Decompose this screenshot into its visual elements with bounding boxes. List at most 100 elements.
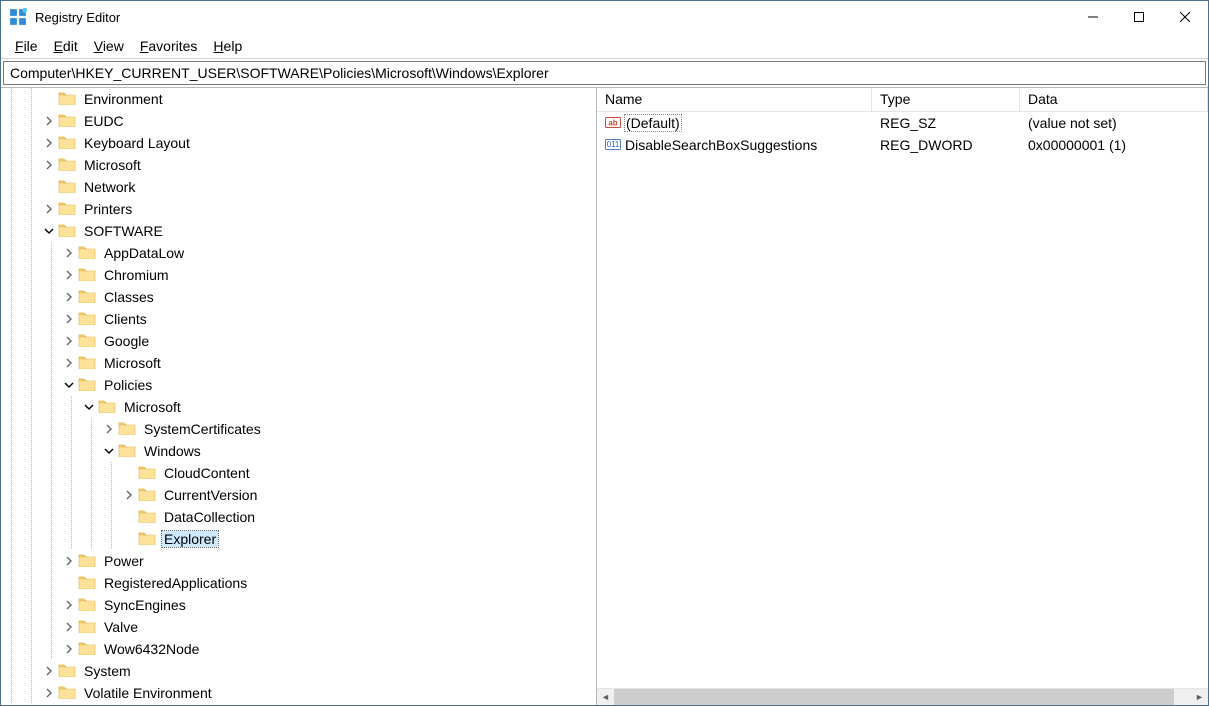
expand-toggle-icon <box>121 509 137 525</box>
folder-icon <box>78 354 102 372</box>
expand-toggle-icon[interactable] <box>101 421 117 437</box>
svg-text:011: 011 <box>607 140 620 149</box>
tree-item[interactable]: Microsoft <box>1 154 596 176</box>
expand-toggle-icon <box>121 531 137 547</box>
expand-toggle-icon[interactable] <box>81 399 97 415</box>
expand-toggle-icon[interactable] <box>61 597 77 613</box>
tree-item[interactable]: Chromium <box>1 264 596 286</box>
expand-toggle-icon[interactable] <box>61 641 77 657</box>
folder-icon <box>58 684 82 702</box>
expand-toggle-icon[interactable] <box>61 267 77 283</box>
tree-item[interactable]: CloudContent <box>1 462 596 484</box>
tree-item[interactable]: Policies <box>1 374 596 396</box>
minimize-button[interactable] <box>1070 1 1116 33</box>
value-row[interactable]: 011DisableSearchBoxSuggestionsREG_DWORD0… <box>597 134 1208 156</box>
tree-item[interactable]: Printers <box>1 198 596 220</box>
expand-toggle-icon[interactable] <box>41 663 57 679</box>
expand-toggle-icon[interactable] <box>121 487 137 503</box>
value-data: (value not set) <box>1020 115 1208 131</box>
tree-item[interactable]: CurrentVersion <box>1 484 596 506</box>
tree-item[interactable]: SyncEngines <box>1 594 596 616</box>
tree-item[interactable]: Explorer <box>1 528 596 550</box>
tree-item[interactable]: Valve <box>1 616 596 638</box>
expand-toggle-icon[interactable] <box>41 135 57 151</box>
menu-edit[interactable]: Edit <box>46 35 86 57</box>
tree-item[interactable]: Clients <box>1 308 596 330</box>
expand-toggle-icon[interactable] <box>61 619 77 635</box>
value-name: (Default) <box>625 115 681 131</box>
expand-toggle-icon[interactable] <box>61 245 77 261</box>
scroll-right-icon[interactable]: ► <box>1191 689 1208 706</box>
tree-item[interactable]: Volatile Environment <box>1 682 596 704</box>
tree-item[interactable]: Keyboard Layout <box>1 132 596 154</box>
tree-item-label: Wow6432Node <box>102 641 201 657</box>
tree-item-label: Volatile Environment <box>82 685 214 701</box>
tree-item-label: Network <box>82 179 137 195</box>
expand-toggle-icon[interactable] <box>61 355 77 371</box>
tree-item[interactable]: DataCollection <box>1 506 596 528</box>
folder-icon <box>138 464 162 482</box>
expand-toggle-icon[interactable] <box>41 223 57 239</box>
tree-item[interactable]: Microsoft <box>1 352 596 374</box>
tree-item[interactable]: SOFTWARE <box>1 220 596 242</box>
folder-icon <box>58 662 82 680</box>
tree-item[interactable]: Microsoft <box>1 396 596 418</box>
maximize-button[interactable] <box>1116 1 1162 33</box>
tree-item[interactable]: Windows <box>1 440 596 462</box>
expand-toggle-icon[interactable] <box>61 289 77 305</box>
address-bar[interactable]: Computer\HKEY_CURRENT_USER\SOFTWARE\Poli… <box>3 61 1206 85</box>
tree-item-label: Clients <box>102 311 149 327</box>
folder-icon <box>78 618 102 636</box>
expand-toggle-icon[interactable] <box>61 333 77 349</box>
expand-toggle-icon[interactable] <box>41 201 57 217</box>
scrollbar-thumb[interactable] <box>614 689 1174 706</box>
menu-favorites[interactable]: Favorites <box>132 35 206 57</box>
folder-icon <box>58 156 82 174</box>
folder-icon <box>118 420 142 438</box>
tree-item[interactable]: Classes <box>1 286 596 308</box>
folder-icon <box>78 596 102 614</box>
tree-item[interactable]: Wow6432Node <box>1 638 596 660</box>
close-button[interactable] <box>1162 1 1208 33</box>
column-header-name[interactable]: Name <box>597 88 872 111</box>
tree-item[interactable]: EUDC <box>1 110 596 132</box>
tree-view[interactable]: EnvironmentEUDCKeyboard LayoutMicrosoftN… <box>1 88 596 705</box>
horizontal-scrollbar[interactable]: ◄ ► <box>597 688 1208 705</box>
expand-toggle-icon[interactable] <box>41 685 57 701</box>
tree-pane: EnvironmentEUDCKeyboard LayoutMicrosoftN… <box>1 88 597 705</box>
value-data: 0x00000001 (1) <box>1020 137 1208 153</box>
tree-item-label: CloudContent <box>162 465 252 481</box>
menu-help[interactable]: Help <box>205 35 250 57</box>
expand-toggle-icon <box>61 575 77 591</box>
menu-view[interactable]: View <box>86 35 132 57</box>
column-header-data[interactable]: Data <box>1020 88 1208 111</box>
tree-item-label: AppDataLow <box>102 245 186 261</box>
tree-item[interactable]: AppDataLow <box>1 242 596 264</box>
tree-item-label: SOFTWARE <box>82 223 165 239</box>
scroll-left-icon[interactable]: ◄ <box>597 689 614 706</box>
expand-toggle-icon[interactable] <box>41 113 57 129</box>
value-row[interactable]: ab(Default)REG_SZ(value not set) <box>597 112 1208 134</box>
folder-icon <box>138 530 162 548</box>
tree-item[interactable]: Network <box>1 176 596 198</box>
expand-toggle-icon[interactable] <box>61 553 77 569</box>
string-value-icon: ab <box>605 114 625 133</box>
folder-icon <box>138 508 162 526</box>
tree-item-label: Windows <box>142 443 203 459</box>
tree-item-label: Chromium <box>102 267 171 283</box>
expand-toggle-icon[interactable] <box>101 443 117 459</box>
expand-toggle-icon[interactable] <box>61 377 77 393</box>
menu-file[interactable]: File <box>7 35 46 57</box>
values-list[interactable]: ab(Default)REG_SZ(value not set) 011 Disab… <box>597 112 1208 688</box>
expand-toggle-icon[interactable] <box>41 157 57 173</box>
column-header-type[interactable]: Type <box>872 88 1020 111</box>
tree-item[interactable]: Power <box>1 550 596 572</box>
tree-item[interactable]: RegisteredApplications <box>1 572 596 594</box>
tree-item[interactable]: Environment <box>1 88 596 110</box>
expand-toggle-icon[interactable] <box>61 311 77 327</box>
expand-toggle-icon <box>41 179 57 195</box>
tree-item[interactable]: Google <box>1 330 596 352</box>
value-name: DisableSearchBoxSuggestions <box>625 137 817 153</box>
tree-item[interactable]: System <box>1 660 596 682</box>
tree-item[interactable]: SystemCertificates <box>1 418 596 440</box>
